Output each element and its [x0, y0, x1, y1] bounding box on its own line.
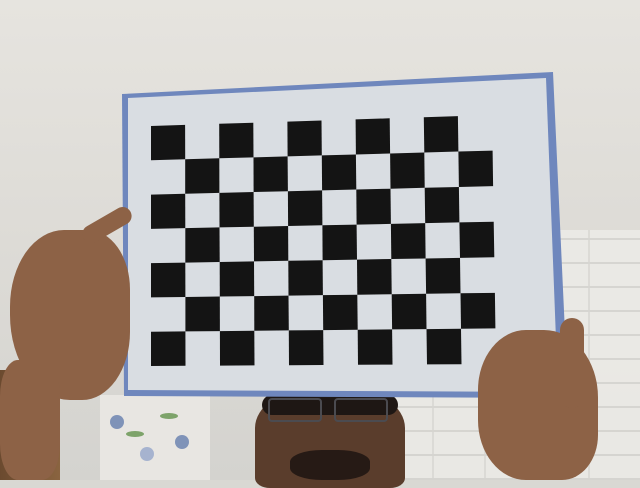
checker-square — [253, 226, 289, 262]
checker-square — [185, 227, 220, 263]
checker-square — [288, 260, 323, 296]
checker-square — [151, 262, 186, 298]
checker-square — [151, 331, 186, 366]
right-thumb — [560, 318, 584, 408]
checker-square — [322, 294, 358, 331]
checker-square — [423, 116, 459, 153]
checker-square — [219, 261, 255, 297]
checker-square — [426, 328, 462, 365]
checker-square — [287, 190, 323, 226]
checker-square — [287, 120, 322, 157]
checker-square — [391, 293, 427, 330]
checker-square — [151, 124, 186, 161]
checker-square — [254, 295, 289, 331]
checker-square — [288, 330, 324, 366]
checker-square — [322, 224, 357, 261]
checker-square — [390, 152, 425, 189]
checker-square — [253, 156, 288, 192]
checker-square — [460, 292, 496, 329]
checker-square — [355, 118, 391, 155]
photo-scene — [0, 0, 640, 488]
checker-square — [219, 330, 255, 366]
checker-square — [357, 259, 392, 295]
checker-square — [458, 150, 494, 187]
checker-square — [357, 329, 393, 365]
checker-square — [219, 192, 254, 228]
checker-square — [425, 257, 461, 294]
checker-square — [390, 223, 426, 259]
checker-square — [424, 187, 460, 224]
checker-square — [185, 296, 220, 332]
checker-square — [356, 188, 391, 225]
checker-square — [151, 193, 186, 229]
left-forearm — [0, 360, 60, 480]
checker-square — [321, 154, 357, 191]
checker-square — [219, 122, 254, 159]
checker-square — [185, 158, 220, 194]
checker-square — [459, 221, 495, 258]
